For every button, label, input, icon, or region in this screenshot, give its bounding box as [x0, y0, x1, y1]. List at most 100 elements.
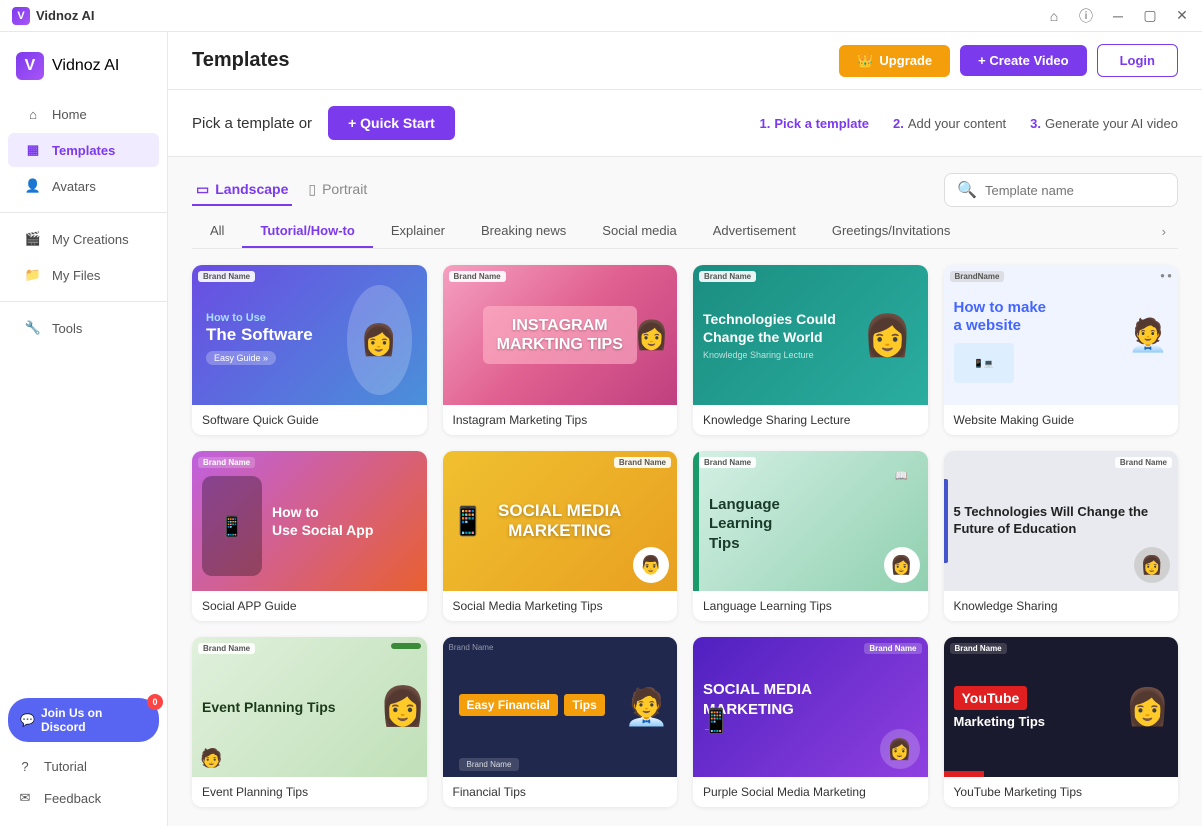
upgrade-button[interactable]: 👑 Upgrade	[839, 45, 950, 77]
discord-icon: 💬	[20, 713, 35, 727]
template-label-knowledge: Knowledge Sharing Lecture	[693, 405, 928, 435]
filter-more-button[interactable]: ›	[1150, 216, 1178, 247]
step3-text: Generate your AI video	[1045, 116, 1178, 131]
template-card-software[interactable]: Brand Name How to Use The Software Easy …	[192, 265, 427, 435]
banner-step-3: 3. Generate your AI video	[1030, 116, 1178, 131]
banner-steps: 1. Pick a template 2. Add your content 3…	[760, 116, 1178, 131]
template-label-instagram: Instagram Marketing Tips	[443, 405, 678, 435]
step3-num: 3.	[1030, 116, 1041, 131]
brand-badge: Brand Name	[198, 643, 255, 654]
main-panel: Templates 👑 Upgrade + Create Video Login…	[168, 32, 1202, 826]
template-card-event[interactable]: Brand Name Event Planning Tips 👩 🧑 Event…	[192, 637, 427, 807]
sidebar-item-files-label: My Files	[52, 268, 100, 283]
page-title: Templates	[192, 49, 839, 72]
template-thumb-event: Brand Name Event Planning Tips 👩 🧑	[192, 637, 427, 777]
sidebar-item-tools[interactable]: 🔧 Tools	[8, 311, 159, 345]
sidebar-item-tutorial[interactable]: ? Tutorial	[0, 750, 167, 782]
template-thumb-social-marketing: Brand Name SOCIAL MEDIAMARKETING 👨 📱	[443, 451, 678, 591]
filter-breaking-news[interactable]: Breaking news	[463, 215, 584, 248]
step1-link[interactable]: Pick a template	[774, 116, 869, 131]
crown-icon: 👑	[857, 53, 873, 69]
sidebar-divider-1	[0, 212, 167, 213]
sidebar-item-my-files[interactable]: 📁 My Files	[8, 258, 159, 292]
tutorial-icon: ?	[16, 757, 34, 775]
brand-badge: Brand Name	[699, 457, 756, 468]
template-thumb-knowledge2: Brand Name 5 Technologies Will Change th…	[944, 451, 1179, 591]
template-label-knowledge2: Knowledge Sharing	[944, 591, 1179, 621]
templates-nav-icon: ▦	[24, 141, 42, 159]
filter-row: All Tutorial/How-to Explainer Breaking n…	[192, 215, 1178, 249]
filter-social-media[interactable]: Social media	[584, 215, 694, 248]
filter-all[interactable]: All	[192, 215, 242, 248]
template-card-website[interactable]: BrandName How to makea website 📱💻 ● ● 🧑‍…	[944, 265, 1179, 435]
create-video-button[interactable]: + Create Video	[960, 45, 1086, 76]
home-nav-icon: ⌂	[24, 105, 42, 123]
filter-tutorial-howto[interactable]: Tutorial/How-to	[242, 215, 372, 248]
portrait-label: Portrait	[322, 181, 367, 197]
maximize-icon[interactable]: ▢	[1142, 8, 1158, 24]
titlebar-app-name: Vidnoz AI	[36, 8, 95, 23]
template-card-instagram[interactable]: Brand Name INSTAGRAMMARKTING TIPS 👩 Inst…	[443, 265, 678, 435]
view-tabs-row: ▭ Landscape ▯ Portrait 🔍	[192, 157, 1178, 215]
template-card-purple-social[interactable]: Brand Name SOCIAL MEDIAMARKETING → 👩 📱 P…	[693, 637, 928, 807]
brand-badge: Brand Name	[699, 271, 756, 282]
tab-landscape[interactable]: ▭ Landscape	[192, 175, 292, 206]
titlebar-controls: ⌂ ⓘ ─ ▢ ✕	[1046, 8, 1190, 24]
landscape-label: Landscape	[215, 181, 288, 197]
template-thumb-financial: Brand Name Easy Financial Tips 🧑‍💼 B	[443, 637, 678, 777]
template-thumb-youtube: Brand Name YouTube Marketing Tips 👩	[944, 637, 1179, 777]
info-icon[interactable]: ⓘ	[1078, 8, 1094, 24]
template-card-social-marketing[interactable]: Brand Name SOCIAL MEDIAMARKETING 👨 📱 Soc…	[443, 451, 678, 621]
search-icon: 🔍	[957, 180, 977, 200]
content-area: ▭ Landscape ▯ Portrait 🔍 All Tutorial/Ho…	[168, 157, 1202, 826]
brand-badge: Brand Name	[198, 457, 255, 468]
template-card-knowledge2[interactable]: Brand Name 5 Technologies Will Change th…	[944, 451, 1179, 621]
filter-advertisement[interactable]: Advertisement	[695, 215, 814, 248]
feedback-label: Feedback	[44, 791, 101, 806]
discord-badge: 0	[147, 694, 163, 710]
template-card-social-app[interactable]: Brand Name 📱 How toUse Social App Social…	[192, 451, 427, 621]
search-box[interactable]: 🔍	[944, 173, 1178, 207]
sidebar-item-my-creations[interactable]: 🎬 My Creations	[8, 222, 159, 256]
template-label-social-marketing: Social Media Marketing Tips	[443, 591, 678, 621]
view-toggle: ▭ Landscape ▯ Portrait	[192, 175, 371, 206]
login-button[interactable]: Login	[1097, 44, 1178, 77]
step1-num: 1.	[760, 116, 771, 131]
header-actions: 👑 Upgrade + Create Video Login	[839, 44, 1178, 77]
filter-greetings[interactable]: Greetings/Invitations	[814, 215, 969, 248]
sidebar-item-creations-label: My Creations	[52, 232, 129, 247]
sidebar-item-avatars[interactable]: 👤 Avatars	[8, 169, 159, 203]
template-card-knowledge[interactable]: Brand Name Technologies Could Change the…	[693, 265, 928, 435]
sidebar-bottom: 💬 Join Us on Discord 0	[0, 690, 167, 750]
sidebar-item-templates[interactable]: ▦ Templates	[8, 133, 159, 167]
template-label-event: Event Planning Tips	[192, 777, 427, 807]
brand-badge: Brand Name	[449, 271, 506, 282]
filter-explainer[interactable]: Explainer	[373, 215, 463, 248]
template-label-website: Website Making Guide	[944, 405, 1179, 435]
close-icon[interactable]: ✕	[1174, 8, 1190, 24]
creations-icon: 🎬	[24, 230, 42, 248]
tab-portrait[interactable]: ▯ Portrait	[304, 175, 371, 206]
template-grid: Brand Name How to Use The Software Easy …	[192, 265, 1178, 807]
page-header: Templates 👑 Upgrade + Create Video Login	[168, 32, 1202, 90]
template-card-financial[interactable]: Brand Name Easy Financial Tips 🧑‍💼 B	[443, 637, 678, 807]
tools-icon: 🔧	[24, 319, 42, 337]
feedback-icon: ✉	[16, 789, 34, 807]
upgrade-label: Upgrade	[879, 53, 932, 68]
home-icon[interactable]: ⌂	[1046, 8, 1062, 24]
minimize-icon[interactable]: ─	[1110, 8, 1126, 24]
landscape-icon: ▭	[196, 181, 209, 198]
brand-badge: Brand Name	[1115, 457, 1172, 468]
template-label-software: Software Quick Guide	[192, 405, 427, 435]
quickstart-label: + Quick Start	[348, 115, 435, 131]
quickstart-button[interactable]: + Quick Start	[328, 106, 455, 140]
template-label-language: Language Learning Tips	[693, 591, 928, 621]
sidebar-item-feedback[interactable]: ✉ Feedback	[0, 782, 167, 814]
brand-name: Vidnoz AI	[52, 57, 119, 75]
template-card-language[interactable]: Brand Name LanguageLearningTips 👩 📖 Lang…	[693, 451, 928, 621]
template-card-youtube[interactable]: Brand Name YouTube Marketing Tips 👩 Yo	[944, 637, 1179, 807]
sidebar-item-home[interactable]: ⌂ Home	[8, 97, 159, 131]
brand-badge: Brand Name	[864, 643, 921, 654]
search-input[interactable]	[985, 183, 1165, 198]
discord-button[interactable]: 💬 Join Us on Discord 0	[8, 698, 159, 742]
